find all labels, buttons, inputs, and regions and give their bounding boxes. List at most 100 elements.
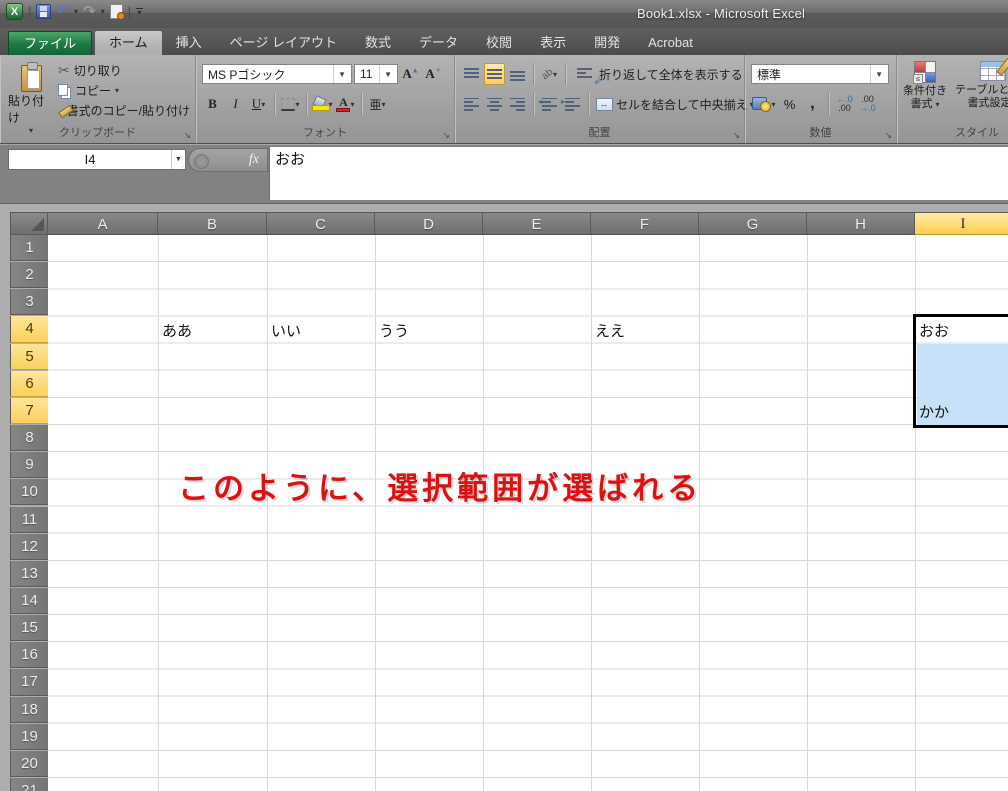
undo-icon[interactable]: ↶ [56, 4, 69, 19]
tab-file[interactable]: ファイル [8, 31, 92, 55]
formula-input[interactable]: おお [269, 147, 1008, 200]
row-header-19[interactable]: 19 [10, 724, 48, 750]
cell-C4[interactable]: いい [271, 316, 373, 343]
row-header-11[interactable]: 11 [10, 507, 48, 533]
row-header-8[interactable]: 8 [10, 425, 48, 451]
column-header-A[interactable]: A [48, 212, 158, 235]
row-header-9[interactable]: 9 [10, 452, 48, 478]
row-header-3[interactable]: 3 [10, 289, 48, 315]
copy-dropdown-icon[interactable]: ▾ [115, 86, 119, 95]
row-header-20[interactable]: 20 [10, 751, 48, 777]
row-header-13[interactable]: 13 [10, 561, 48, 587]
grow-font-button[interactable]: A▲ [400, 63, 421, 85]
align-right-button[interactable] [507, 93, 528, 115]
number-format-combo[interactable]: 標準▼ [751, 64, 889, 84]
font-color-button[interactable]: A▾ [335, 93, 356, 115]
underline-button[interactable]: U▾ [248, 93, 269, 115]
print-preview-icon[interactable] [110, 4, 123, 19]
wrap-text-button[interactable]: ↲ [571, 63, 597, 85]
tab-表示[interactable]: 表示 [526, 31, 580, 55]
column-header-E[interactable]: E [483, 212, 591, 235]
tab-Acrobat[interactable]: Acrobat [634, 31, 707, 55]
excel-logo-icon[interactable]: X [6, 3, 23, 20]
format-painter-button[interactable]: 書式のコピー/貼り付け [58, 100, 190, 120]
row-header-21[interactable]: 21 [10, 778, 48, 791]
dialog-launcher-icon[interactable]: ↘ [884, 131, 892, 140]
row-header-2[interactable]: 2 [10, 262, 48, 288]
bold-button[interactable]: B [202, 93, 223, 115]
row-header-10[interactable]: 10 [10, 479, 48, 505]
font-name-combo[interactable]: MS Pゴシック▼ [202, 64, 352, 84]
sheet-canvas[interactable]: このように、選択範囲が選ばれる ああいいううええおおかか [48, 235, 1008, 791]
row-header-18[interactable]: 18 [10, 697, 48, 723]
cell-B4[interactable]: ああ [162, 316, 265, 343]
insert-function-button[interactable]: fx [188, 148, 268, 172]
tab-データ[interactable]: データ [405, 31, 472, 55]
redo-icon[interactable]: ↷ [83, 4, 96, 19]
group-label-clipboard: クリップボード [0, 124, 195, 140]
align-left-button[interactable] [461, 93, 482, 115]
save-icon[interactable] [36, 4, 51, 19]
accounting-format-button[interactable]: ▾ [751, 93, 777, 115]
align-center-button[interactable] [484, 93, 505, 115]
row-header-16[interactable]: 16 [10, 642, 48, 668]
row-header-17[interactable]: 17 [10, 669, 48, 695]
font-size-combo[interactable]: 11▼ [354, 64, 398, 84]
gridline [699, 235, 700, 791]
column-header-F[interactable]: F [591, 212, 699, 235]
name-box-dropdown-icon[interactable]: ▼ [171, 150, 185, 169]
row-header-12[interactable]: 12 [10, 534, 48, 560]
row-header-4[interactable]: 4 [10, 316, 48, 342]
percent-style-button[interactable]: % [779, 93, 800, 115]
align-top-button[interactable] [461, 63, 482, 85]
increase-indent-button[interactable]: ▸ [562, 93, 583, 115]
dialog-launcher-icon[interactable]: ↘ [442, 131, 450, 140]
redo-dropdown-icon[interactable]: ▾ [101, 7, 105, 16]
column-header-B[interactable]: B [158, 212, 267, 235]
align-bottom-button[interactable] [507, 63, 528, 85]
orientation-button[interactable]: ab▾ [539, 63, 560, 85]
column-header-C[interactable]: C [267, 212, 375, 235]
tab-ページ レイアウト[interactable]: ページ レイアウト [216, 31, 351, 55]
comma-style-button[interactable]: , [802, 93, 823, 115]
dialog-launcher-icon[interactable]: ↘ [732, 131, 740, 140]
merge-center-label[interactable]: セルを結合して中央揃え [616, 96, 748, 113]
wrap-text-label[interactable]: 折り返して全体を表示する [599, 66, 743, 83]
tab-校閲[interactable]: 校閲 [472, 31, 526, 55]
phonetic-button[interactable]: 亜▾ [367, 93, 388, 115]
cell-F4[interactable]: ええ [595, 316, 697, 343]
decrease-indent-button[interactable]: ◂ [539, 93, 560, 115]
decrease-decimal-button[interactable]: .00→.0 [857, 93, 878, 115]
customize-quick-access-icon[interactable]: ▾ [136, 8, 143, 15]
merge-center-button[interactable]: ↔ [594, 93, 614, 115]
shrink-font-button[interactable]: A▼ [423, 63, 444, 85]
undo-dropdown-icon[interactable]: ▾ [74, 7, 78, 16]
column-header-I[interactable]: I [915, 212, 1008, 235]
column-header-D[interactable]: D [375, 212, 483, 235]
column-header-G[interactable]: G [699, 212, 807, 235]
column-header-H[interactable]: H [807, 212, 915, 235]
borders-button[interactable]: ▾ [280, 93, 301, 115]
row-header-6[interactable]: 6 [10, 371, 48, 397]
conditional-formatting-button[interactable]: ≤ 条件付き 書式 ▾ [903, 61, 947, 111]
name-box[interactable]: I4 ▼ [8, 149, 186, 170]
tab-開発[interactable]: 開発 [580, 31, 634, 55]
italic-button[interactable]: I [225, 93, 246, 115]
tab-ホーム[interactable]: ホーム [95, 31, 162, 55]
row-header-14[interactable]: 14 [10, 588, 48, 614]
row-header-5[interactable]: 5 [10, 344, 48, 370]
align-middle-button[interactable] [484, 63, 505, 85]
cut-button[interactable]: ✂ 切り取り [58, 60, 190, 80]
fill-color-button[interactable]: ▾ [312, 93, 333, 115]
row-header-7[interactable]: 7 [10, 398, 48, 424]
format-as-table-button[interactable]: テーブルとして 書式設定 ▾ [955, 61, 1008, 110]
tab-挿入[interactable]: 挿入 [162, 31, 216, 55]
copy-button[interactable]: コピー ▾ [58, 80, 190, 100]
select-all-corner[interactable] [10, 212, 48, 235]
row-header-15[interactable]: 15 [10, 615, 48, 641]
row-header-1[interactable]: 1 [10, 235, 48, 261]
increase-decimal-button[interactable]: ←.0.00 [834, 93, 855, 115]
tab-数式[interactable]: 数式 [351, 31, 405, 55]
dialog-launcher-icon[interactable]: ↘ [183, 131, 191, 140]
cell-D4[interactable]: うう [379, 316, 481, 343]
